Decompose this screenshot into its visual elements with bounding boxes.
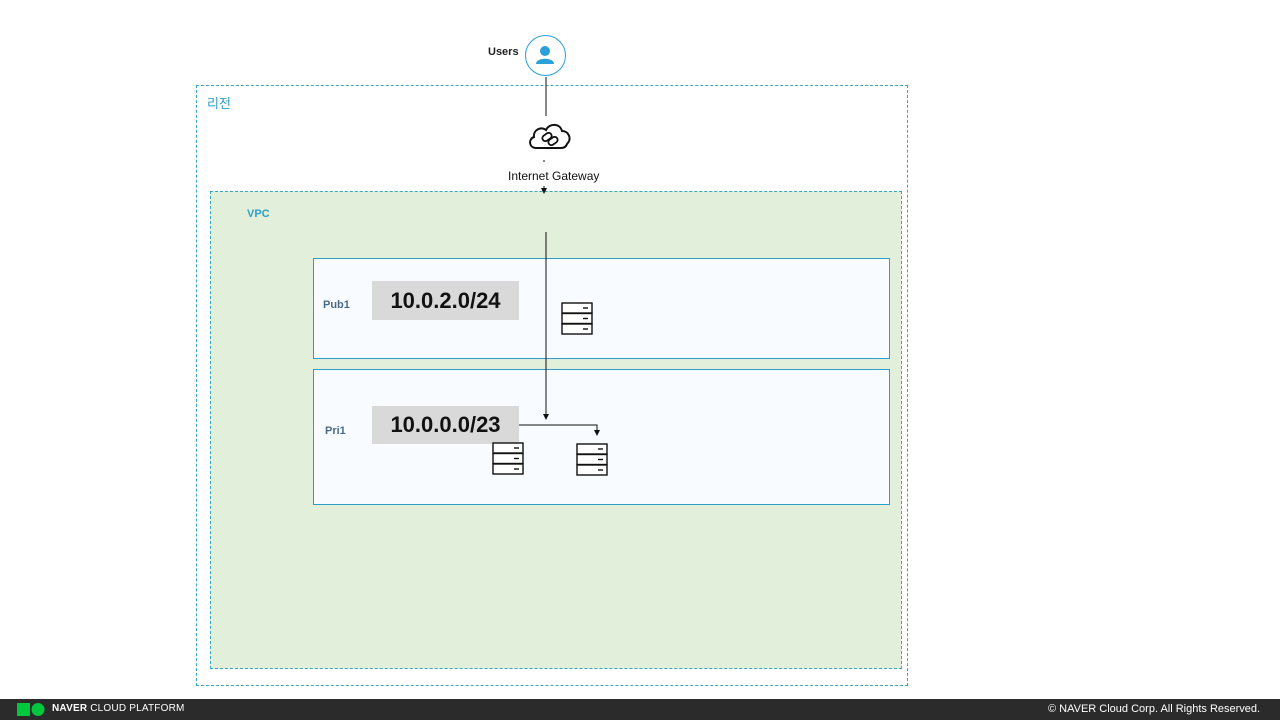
internet-gateway-label: Internet Gateway — [508, 169, 600, 183]
server-icon — [561, 302, 593, 335]
subnet-pri1-label: Pri1 — [325, 425, 346, 437]
server-icon — [492, 442, 524, 475]
footer-brand-bold: NAVER — [52, 703, 88, 714]
users-label: Users — [488, 46, 519, 58]
footer-brand: NAVER CLOUD PLATFORM — [52, 703, 185, 714]
region-label: 리전 — [207, 96, 231, 111]
footer-brand-rest: CLOUD PLATFORM — [90, 703, 185, 714]
cloud-link-icon — [529, 123, 571, 149]
footer-copyright: © NAVER Cloud Corp. All Rights Reserved. — [1048, 703, 1261, 715]
vpc-label: VPC — [247, 208, 270, 220]
user-icon — [536, 46, 554, 64]
subnet-pub1-label: Pub1 — [323, 299, 350, 311]
server-icon — [576, 443, 608, 476]
users-node — [525, 35, 566, 76]
naver-logo-icon — [17, 703, 45, 716]
subnet-pub1-cidr: 10.0.2.0/24 — [372, 281, 519, 320]
subnet-pri1-cidr: 10.0.0.0/23 — [372, 406, 519, 444]
